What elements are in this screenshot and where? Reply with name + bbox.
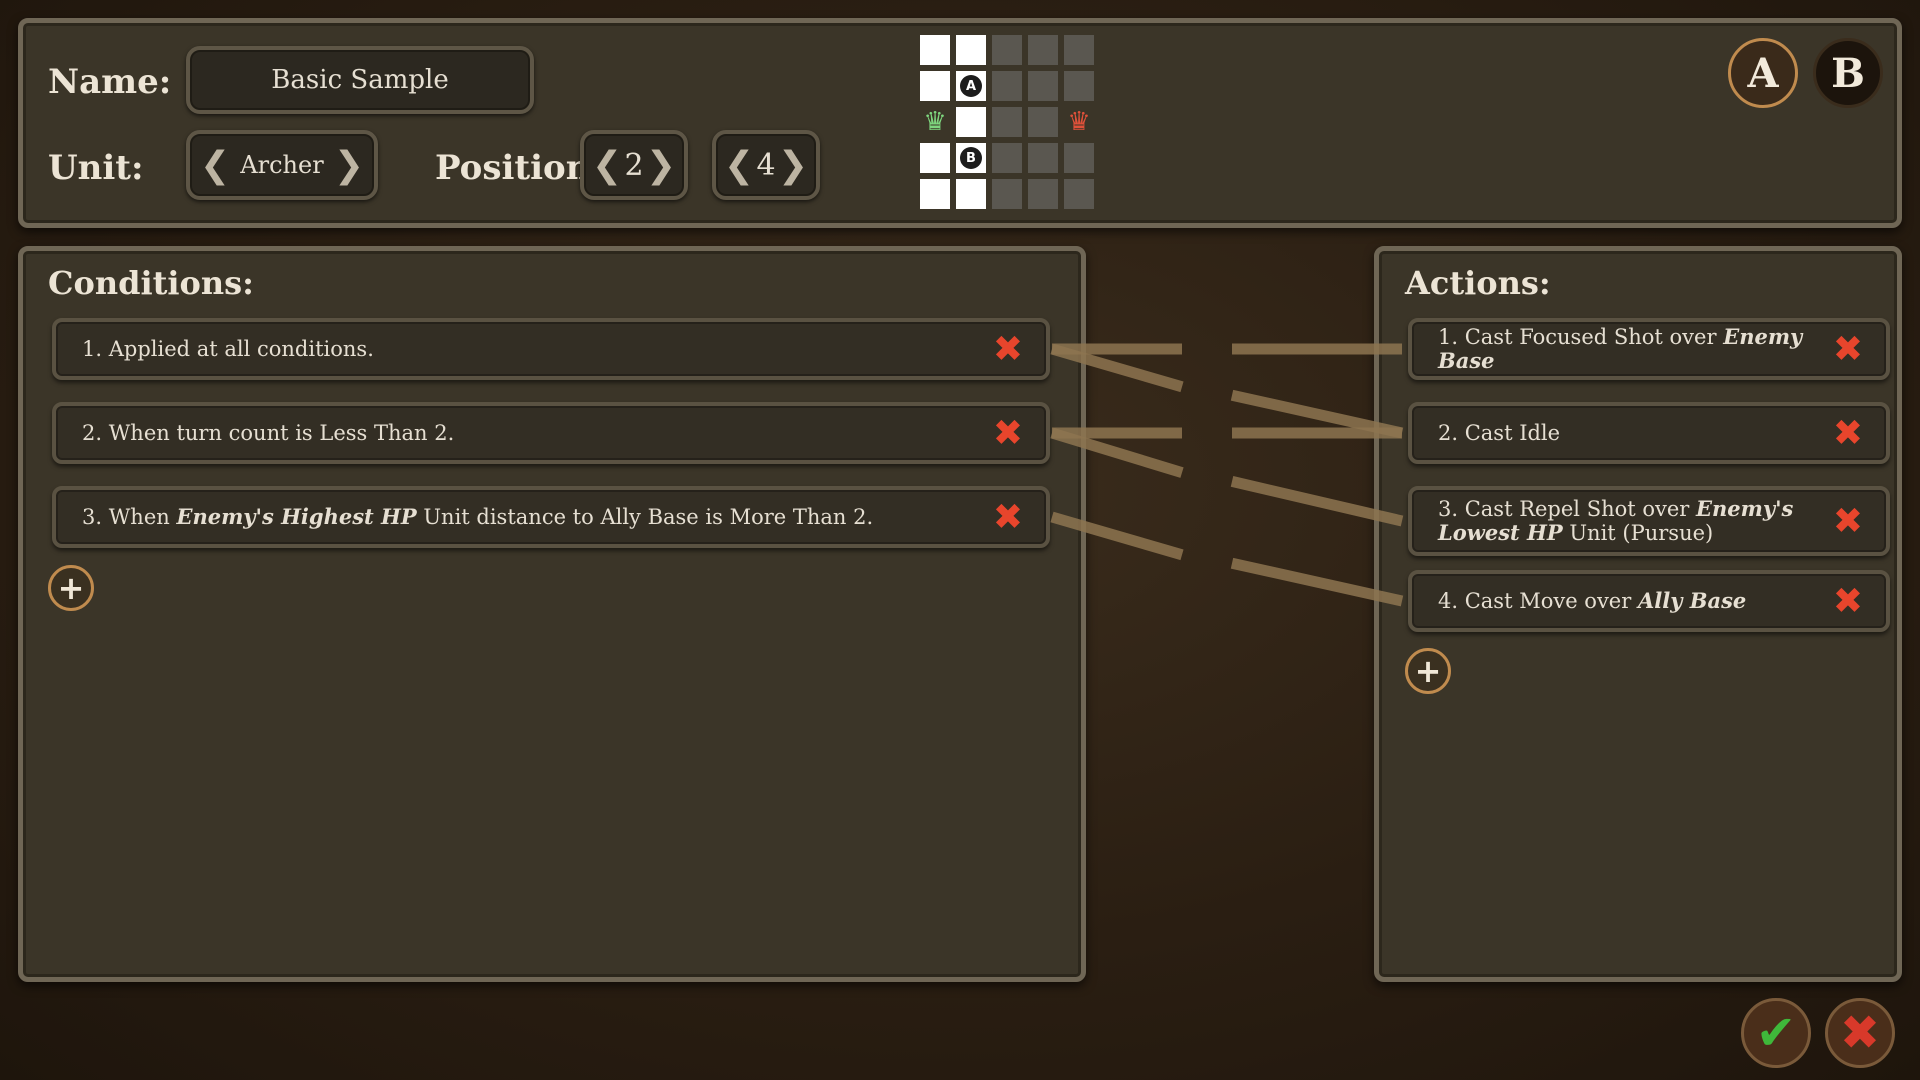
unit-selector: ❮ Archer ❯ <box>186 130 378 200</box>
condition-text-pre: 3. When <box>82 505 177 529</box>
action-text: 2. Cast Idle <box>1412 421 1828 445</box>
grid-cell-enemy <box>1028 143 1058 173</box>
grid-cell-enemy <box>1028 71 1058 101</box>
position-y-stepper: ❮ 4 ❯ <box>712 130 820 200</box>
unit-label: Unit: <box>48 148 144 188</box>
condition-action-links <box>1050 343 1404 607</box>
name-value: Basic Sample <box>271 65 449 95</box>
remove-action-icon[interactable]: ✖ <box>1828 413 1868 454</box>
grid-cell-ally <box>920 71 950 101</box>
action-text-post: Unit (Pursue) <box>1562 521 1714 545</box>
grid-cell-ally <box>956 107 986 137</box>
remove-action-icon[interactable]: ✖ <box>1828 329 1868 370</box>
grid-cell-enemy <box>992 107 1022 137</box>
unit-next-icon[interactable]: ❯ <box>334 145 364 186</box>
add-action-button[interactable]: + <box>1405 648 1451 694</box>
position-label: Position: <box>435 148 603 188</box>
grid-cell-enemy <box>992 35 1022 65</box>
enemy-base-crown-icon: ♛ <box>1067 107 1091 137</box>
grid-cell-enemy <box>992 71 1022 101</box>
position-x-stepper: ❮ 2 ❯ <box>580 130 688 200</box>
connection-line <box>1050 511 1404 607</box>
grid-cell-ally <box>920 179 950 209</box>
grid-cell-ally <box>920 35 950 65</box>
condition-row[interactable]: 2. When turn count is Less Than 2. ✖ <box>52 402 1050 464</box>
position-y-value: 4 <box>756 147 776 183</box>
position-x-next-icon[interactable]: ❯ <box>646 145 676 186</box>
condition-text: 1. Applied at all conditions. <box>56 337 988 361</box>
action-text: 3. Cast Repel Shot over Enemy's Lowest H… <box>1412 497 1828 546</box>
grid-cell-unit: B <box>956 143 986 173</box>
grid-cell-ally <box>956 35 986 65</box>
grid-cell-enemy <box>992 143 1022 173</box>
remove-condition-icon[interactable]: ✖ <box>988 413 1028 454</box>
name-field[interactable]: Basic Sample <box>186 46 534 114</box>
name-label: Name: <box>48 62 172 102</box>
grid-cell-ally-base: ♛ <box>920 107 950 137</box>
condition-text-post: Unit distance to Ally Base is More Than … <box>416 505 874 529</box>
unit-value: Archer <box>240 151 324 179</box>
grid-cell-enemy <box>1064 35 1094 65</box>
action-row[interactable]: 2. Cast Idle ✖ <box>1408 402 1890 464</box>
remove-condition-icon[interactable]: ✖ <box>988 497 1028 538</box>
ally-base-crown-icon: ♛ <box>923 107 947 137</box>
action-text-pre: 1. Cast Focused Shot over <box>1438 325 1724 349</box>
confirm-button[interactable]: ✔ <box>1741 998 1811 1068</box>
action-row[interactable]: 4. Cast Move over Ally Base ✖ <box>1408 570 1890 632</box>
position-y-next-icon[interactable]: ❯ <box>778 145 808 186</box>
actions-title: Actions: <box>1405 264 1551 302</box>
cancel-button[interactable]: ✖ <box>1825 998 1895 1068</box>
grid-cell-ally <box>920 143 950 173</box>
action-text-target: Ally Base <box>1637 588 1747 613</box>
grid-cell-ally <box>956 179 986 209</box>
grid-cell-enemy <box>1064 179 1094 209</box>
grid-cell-enemy <box>1028 179 1058 209</box>
condition-text: 3. When Enemy's Highest HP Unit distance… <box>56 504 988 530</box>
action-text-pre: 4. Cast Move over <box>1438 589 1638 613</box>
conditions-title: Conditions: <box>48 264 254 302</box>
grid-cell-unit: A <box>956 71 986 101</box>
connection-line <box>1050 427 1404 527</box>
position-x-prev-icon[interactable]: ❮ <box>592 145 622 186</box>
action-text: 4. Cast Move over Ally Base <box>1412 588 1828 614</box>
grid-cell-enemy-base: ♛ <box>1064 107 1094 137</box>
remove-action-icon[interactable]: ✖ <box>1828 581 1868 622</box>
condition-row[interactable]: 3. When Enemy's Highest HP Unit distance… <box>52 486 1050 548</box>
grid-cell-enemy <box>992 179 1022 209</box>
position-grid: A ♛ ♛ B <box>920 35 1094 209</box>
unit-b-marker: B <box>960 147 982 169</box>
remove-action-icon[interactable]: ✖ <box>1828 501 1868 542</box>
action-row[interactable]: 3. Cast Repel Shot over Enemy's Lowest H… <box>1408 486 1890 556</box>
condition-text-plain: 1. Applied at all conditions. <box>82 337 374 361</box>
team-a-button[interactable]: A <box>1728 38 1798 108</box>
grid-cell-enemy <box>1028 107 1058 137</box>
connection-line <box>1050 343 1404 439</box>
condition-text-target: Enemy's Highest HP <box>176 504 417 529</box>
action-row[interactable]: 1. Cast Focused Shot over Enemy Base ✖ <box>1408 318 1890 380</box>
add-condition-button[interactable]: + <box>48 565 94 611</box>
condition-text-plain: 2. When turn count is Less Than 2. <box>82 421 455 445</box>
condition-row[interactable]: 1. Applied at all conditions. ✖ <box>52 318 1050 380</box>
grid-cell-enemy <box>1064 71 1094 101</box>
grid-cell-enemy <box>1064 143 1094 173</box>
condition-text: 2. When turn count is Less Than 2. <box>56 421 988 445</box>
position-y-prev-icon[interactable]: ❮ <box>724 145 754 186</box>
action-text-pre: 2. Cast Idle <box>1438 421 1561 445</box>
action-text-pre: 3. Cast Repel Shot over <box>1438 497 1697 521</box>
grid-cell-enemy <box>1028 35 1058 65</box>
unit-a-marker: A <box>960 75 982 97</box>
team-b-button[interactable]: B <box>1813 38 1883 108</box>
position-x-value: 2 <box>624 147 644 183</box>
unit-prev-icon[interactable]: ❮ <box>200 145 230 186</box>
remove-condition-icon[interactable]: ✖ <box>988 329 1028 370</box>
action-text: 1. Cast Focused Shot over Enemy Base <box>1412 325 1828 373</box>
